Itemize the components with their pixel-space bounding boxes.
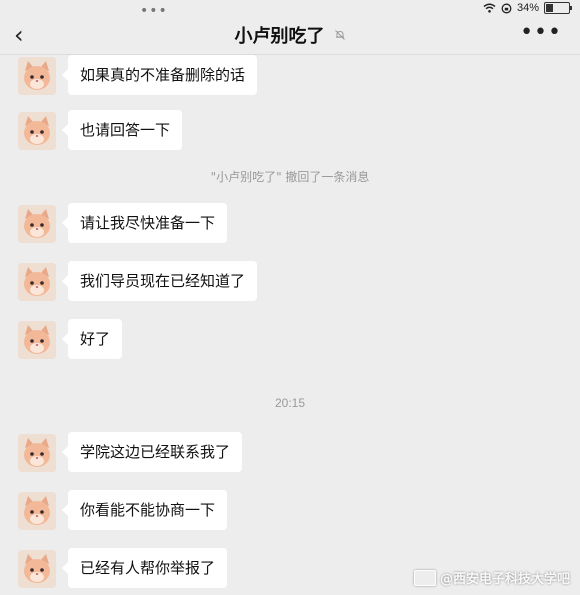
watermark: @西安电子科技大学吧	[413, 568, 570, 587]
message-bubble[interactable]: 好了	[61, 319, 123, 359]
rotation-lock-icon	[501, 3, 512, 13]
cat-avatar-icon	[18, 205, 56, 243]
system-indicators: 34%	[483, 2, 572, 14]
timestamp: 20:15	[274, 396, 306, 410]
cat-avatar-icon	[18, 321, 56, 359]
message-bubble[interactable]: 如果真的不准备删除的话	[61, 55, 258, 95]
battery-icon	[544, 2, 572, 14]
avatar[interactable]	[18, 434, 56, 472]
chat-header: ‹ 小卢别吃了 •••	[0, 18, 580, 55]
watermark-logo-icon	[413, 569, 436, 586]
avatar[interactable]	[18, 57, 56, 95]
battery-percent: 34%	[516, 2, 539, 14]
watermark-text: @西安电子科技大学吧	[439, 572, 570, 587]
cat-avatar-icon	[18, 57, 56, 95]
recall-notice: "小卢别吃了" 撤回了一条消息	[210, 170, 370, 184]
status-bar: ••• 34%	[0, 0, 580, 19]
cat-avatar-icon	[18, 434, 56, 472]
cat-avatar-icon	[18, 112, 56, 150]
cat-avatar-icon	[18, 492, 56, 530]
message-bubble[interactable]: 也请回答一下	[61, 110, 183, 150]
more-options-icon[interactable]: •••	[520, 20, 562, 45]
avatar[interactable]	[18, 321, 56, 359]
message-bubble[interactable]: 请让我尽快准备一下	[61, 203, 228, 243]
multitask-dots-icon[interactable]: •••	[140, 3, 168, 19]
message-bubble[interactable]: 已经有人帮你举报了	[61, 548, 228, 588]
message-bubble[interactable]: 我们导员现在已经知道了	[61, 261, 258, 301]
avatar[interactable]	[18, 492, 56, 530]
mute-bell-icon	[334, 30, 345, 40]
wifi-icon	[483, 3, 496, 13]
message-list[interactable]: 如果真的不准备删除的话 也请回答一下 "小卢别吃了" 撤回了一条消息 请让我尽快…	[0, 55, 580, 595]
avatar[interactable]	[18, 263, 56, 301]
chat-title: 小卢别吃了	[234, 26, 325, 47]
message-bubble[interactable]: 你看能不能协商一下	[61, 490, 228, 530]
cat-avatar-icon	[18, 263, 56, 301]
avatar[interactable]	[18, 112, 56, 150]
cat-avatar-icon	[18, 550, 56, 588]
message-bubble[interactable]: 学院这边已经联系我了	[61, 432, 243, 472]
avatar[interactable]	[18, 550, 56, 588]
avatar[interactable]	[18, 205, 56, 243]
